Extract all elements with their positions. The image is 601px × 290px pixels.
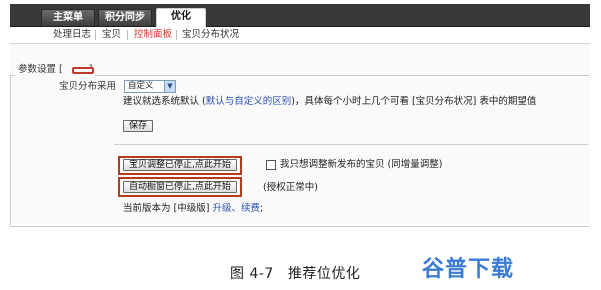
figure-title: 推荐位优化 (287, 266, 361, 282)
distribution-label: 宝贝分布采用 (59, 81, 117, 92)
top-tab-bar: 主菜单 积分同步 优化 (10, 4, 590, 27)
distribution-select-value: 自定义 (128, 81, 154, 91)
tab-optimize[interactable]: 优化 (156, 8, 206, 27)
subnav-process-log[interactable]: 处理日志 (53, 28, 91, 42)
hint-text-before: 建议就选系统默认 ( (123, 96, 206, 107)
subnav-control-panel[interactable]: 控制面板 (134, 28, 172, 42)
tab-points-sync[interactable]: 积分同步 (98, 9, 152, 26)
start-item-adjust-button[interactable]: 宝贝调整已停止,点此开始 (123, 159, 237, 171)
legend-text: 参数设置 [ (18, 64, 63, 75)
version-text: 当前版本为 [中级版] (123, 203, 210, 214)
tab-main-menu[interactable]: 主菜单 (41, 9, 95, 26)
subnav-items[interactable]: 宝贝 (102, 28, 121, 42)
subnav-item-distribution[interactable]: 宝贝分布状况 (182, 28, 239, 42)
save-button[interactable]: 保存 (123, 120, 154, 132)
start-auto-window-button[interactable]: 自动橱窗已停止,点此开始 (123, 181, 237, 193)
figure-caption: 图 4-7 推荐位优化 (230, 263, 360, 283)
default-vs-custom-link[interactable]: 默认与自定义的区别 (206, 96, 292, 107)
new-items-only-checkbox[interactable] (266, 160, 276, 170)
subnav-divider (95, 30, 96, 40)
chevron-down-icon: ▼ (164, 81, 175, 92)
upgrade-renew-link[interactable]: 升级、续费 (212, 203, 260, 214)
figure-number: 图 4-7 (230, 266, 274, 282)
authorization-status: (授权正常中) (263, 182, 318, 193)
version-info: 当前版本为 [中级版] 升级、续费; (123, 203, 263, 215)
highlight-marker (72, 67, 94, 74)
subnav-divider (127, 30, 128, 40)
subnav-divider (176, 30, 177, 40)
sub-navigation: 处理日志 宝贝 控制面板 宝贝分布状况 (10, 27, 590, 44)
distribution-hint: 建议就选系统默认 (默认与自定义的区别)，具体每个小时上几个可看 [宝贝分布状况… (123, 96, 536, 108)
version-suffix: ; (259, 203, 264, 214)
hint-text-after: )，具体每个小时上几个可看 [宝贝分布状况] 表中的期望值 (291, 96, 537, 107)
watermark-logo: 谷普下载 (422, 257, 515, 282)
new-items-only-label: 我只想调整新发布的宝贝 (同增量调整) (280, 159, 443, 170)
section-divider (114, 144, 588, 145)
distribution-select[interactable]: 自定义 ▼ (124, 80, 176, 93)
